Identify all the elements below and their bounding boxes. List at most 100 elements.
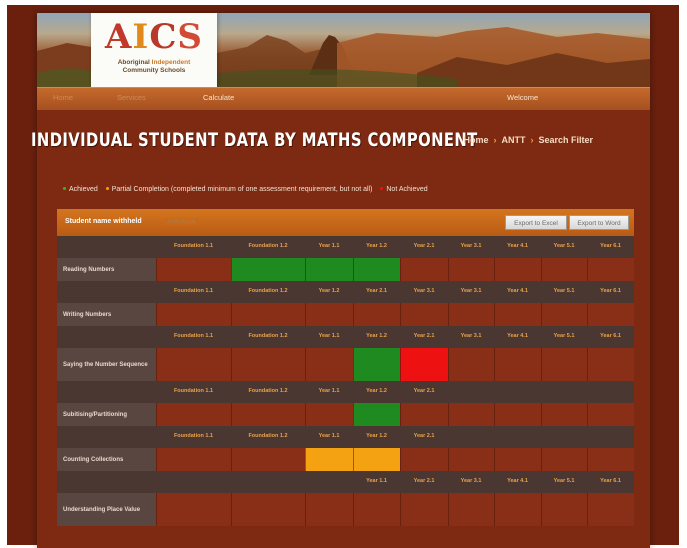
status-cell (156, 493, 231, 526)
status-cell (156, 403, 231, 426)
component-name: Subitising/Partitioning (63, 411, 127, 418)
header-row: Foundation 1.1 Foundation 1.2 Year 1.1 Year… (57, 381, 634, 403)
component-row: Subitising/Partitioning (57, 403, 634, 426)
column-header: Year 6.1 (600, 243, 621, 249)
status-legend: Achieved Partial Completion (completed m… (61, 186, 641, 193)
status-cell (587, 448, 634, 471)
status-cell (231, 258, 305, 281)
header-row: Foundation 1.1 Foundation 1.2 Year 1.1 Year… (57, 236, 634, 258)
status-cell (494, 303, 541, 326)
title-bar: INDIVIDUAL STUDENT DATA BY MATHS COMPONE… (20, 123, 603, 163)
status-cell (587, 258, 634, 281)
status-cell (448, 403, 494, 426)
row-label: Writing Numbers (57, 303, 156, 326)
column-header: Year 4.1 (507, 478, 528, 484)
component-row: Understanding Place Value (57, 493, 634, 526)
column-header: Year 1.2 (366, 243, 387, 249)
nav-services[interactable]: Services (117, 93, 146, 102)
column-header: Year 5.1 (553, 333, 575, 339)
partial-dot-icon (105, 187, 109, 190)
component-name: Understanding Place Value (63, 506, 141, 513)
column-header: Year 2.1 (413, 478, 435, 484)
status-cell (541, 303, 587, 326)
status-cell (400, 258, 448, 281)
breadcrumb-home[interactable]: Home (463, 135, 488, 145)
logo-mark: AICS (105, 17, 203, 57)
status-cell (541, 258, 587, 281)
column-header: Foundation 1.2 (248, 388, 288, 394)
status-cell (541, 493, 587, 526)
status-cell (305, 493, 353, 526)
column-header: Year 6.1 (600, 333, 621, 339)
row-label: Counting Collections (57, 448, 156, 471)
status-cell (494, 258, 541, 281)
status-cell (305, 303, 353, 326)
status-cell (494, 403, 541, 426)
row-label: Saying the Number Sequence (57, 348, 156, 381)
status-cell (353, 448, 400, 471)
nav-calculate[interactable]: Calculate (203, 93, 234, 102)
column-header: Year 3.1 (460, 478, 482, 484)
status-cell (541, 348, 587, 381)
breadcrumb-antt[interactable]: ANTT (501, 135, 525, 145)
page-title: INDIVIDUAL STUDENT DATA BY MATHS COMPONE… (31, 129, 478, 151)
column-header: Year 3.1 (460, 333, 482, 339)
row-label: Understanding Place Value (57, 493, 156, 526)
column-header: Year 5.1 (553, 478, 575, 484)
status-cell (541, 403, 587, 426)
logo-tagline: Aboriginal Independent Community Schools (117, 59, 191, 74)
status-cell (353, 303, 400, 326)
column-header: Year 2.1 (413, 333, 435, 339)
welcome-text: Welcome (507, 93, 539, 102)
achieved-dot-icon (63, 187, 66, 190)
status-cell (587, 348, 634, 381)
component-row: Reading Numbers (57, 258, 634, 281)
status-cell (231, 303, 305, 326)
row-label: Reading Numbers (57, 258, 156, 281)
status-cell (494, 348, 541, 381)
status-cell (448, 303, 494, 326)
column-header: Foundation 1.1 (173, 243, 214, 249)
not-achieved-dot-icon (380, 187, 384, 190)
column-header: Year 1.2 (366, 333, 387, 339)
status-cell (305, 448, 353, 471)
column-header: Year 3.1 (460, 243, 482, 249)
status-cell (400, 348, 448, 381)
status-cell (587, 303, 634, 326)
status-cell (353, 493, 400, 526)
header-row: Year 1.1 Year 2.1 Year 3.1 Year 4.1 Year 5.1… (57, 471, 634, 493)
status-cell (305, 348, 353, 381)
status-cell (448, 493, 494, 526)
component-name: Saying the Number Sequence (63, 361, 148, 368)
column-header: Foundation 1.2 (248, 288, 288, 294)
column-header: Foundation 1.1 (173, 388, 214, 394)
status-cell (156, 258, 231, 281)
status-cell (156, 303, 231, 326)
status-cell (494, 448, 541, 471)
column-header: Year 6.1 (600, 478, 621, 484)
status-cell (448, 448, 494, 471)
component-name: Writing Numbers (63, 311, 112, 318)
column-header: Year 1.1 (318, 388, 340, 394)
row-label: Subitising/Partitioning (57, 403, 156, 426)
breadcrumb-search-filter[interactable]: Search Filter (538, 135, 593, 145)
status-cell (156, 348, 231, 381)
export-word-button[interactable]: Export to Word (569, 215, 629, 230)
status-cell (231, 348, 305, 381)
column-header: Year 2.1 (366, 288, 387, 294)
status-cell (231, 403, 305, 426)
nav-home[interactable]: Home (53, 93, 73, 102)
column-header: Year 4.1 (507, 333, 528, 339)
column-header: Year 1.1 (318, 333, 340, 339)
maths-component-grid: Foundation 1.1 Foundation 1.2 Year 1.1 Year… (57, 236, 634, 526)
aics-logo[interactable]: AICS Aboriginal Independent Community Sc… (91, 13, 217, 87)
component-name: Reading Numbers (63, 266, 115, 273)
export-excel-button[interactable]: Export to Excel (505, 215, 567, 230)
main-nav: Home Services Calculate Welcome (37, 87, 650, 110)
column-header: Year 3.1 (460, 288, 482, 294)
column-header: Year 6.1 (600, 288, 621, 294)
column-header: Foundation 1.1 (173, 288, 214, 294)
column-header: Year 1.1 (318, 243, 340, 249)
column-header: Year 3.1 (413, 288, 435, 294)
status-cell (587, 403, 634, 426)
